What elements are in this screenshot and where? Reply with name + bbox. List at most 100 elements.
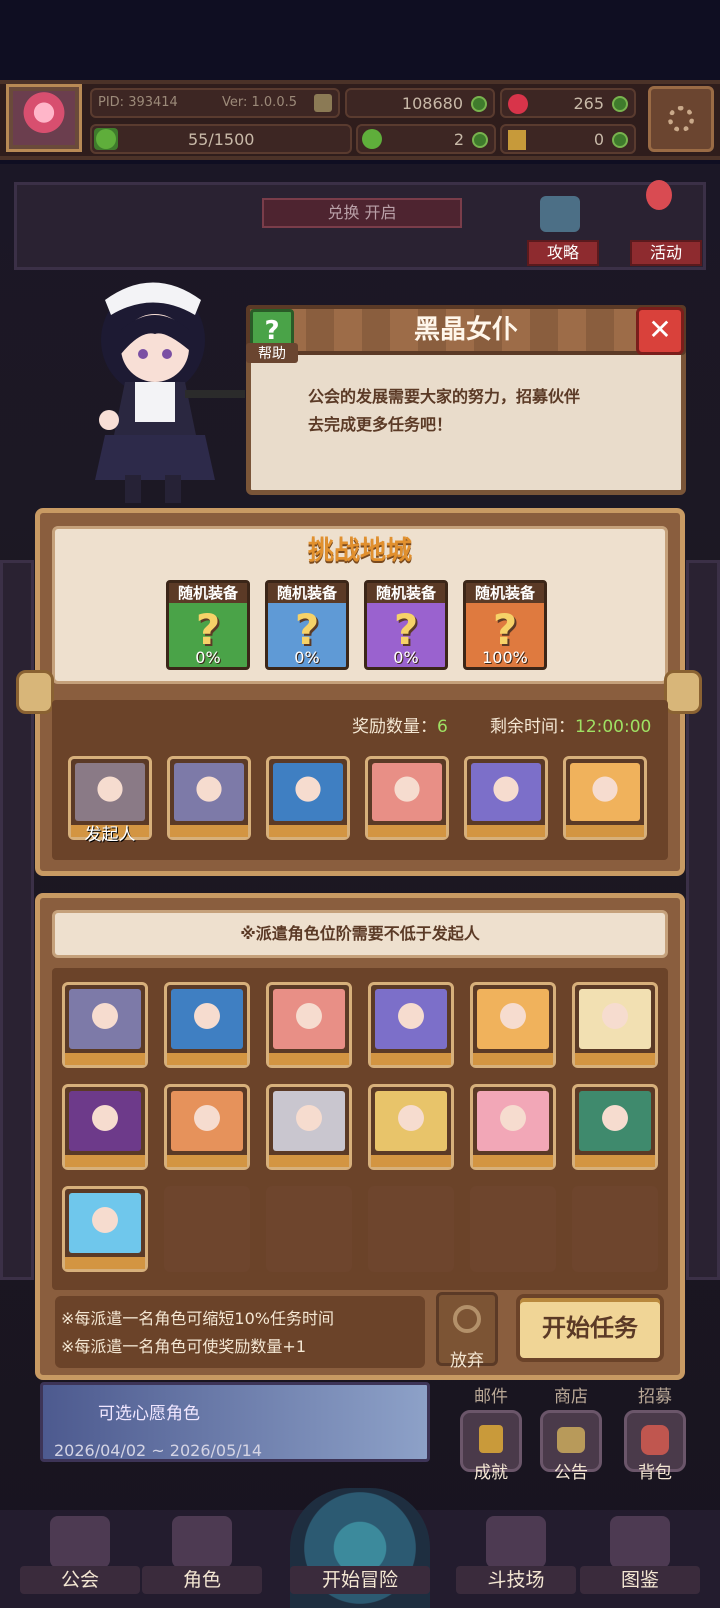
close-button[interactable]: ✕ — [636, 307, 684, 355]
rank-bar — [575, 1053, 655, 1065]
rank-bar — [467, 825, 545, 837]
copy-icon[interactable] — [314, 94, 332, 112]
book-icon — [610, 1516, 670, 1568]
banner-caption: 可选心愿角色 — [98, 1404, 200, 1424]
character-slot[interactable] — [470, 982, 556, 1068]
add-gold-icon[interactable] — [471, 96, 487, 112]
character-slot[interactable] — [266, 982, 352, 1068]
reward-count-line: 奖励数量：6 — [352, 712, 448, 737]
empty-character-slot — [266, 1186, 352, 1272]
ticket-icon — [508, 130, 526, 150]
character-portrait — [171, 989, 243, 1049]
rank-bar — [65, 1155, 145, 1167]
prev-dungeon-arrow[interactable] — [16, 670, 54, 714]
character-slot[interactable] — [62, 1186, 148, 1272]
character-portrait — [75, 763, 145, 821]
nav-guild-label: 公会 — [20, 1566, 140, 1594]
start-task-button[interactable]: 开始任务 — [516, 1294, 664, 1362]
reward-name: 随机装备 — [268, 583, 346, 603]
rank-bar — [269, 825, 347, 837]
reward-card[interactable]: 随机装备? 0% — [166, 580, 250, 670]
character-portrait — [477, 989, 549, 1049]
party-member-slot[interactable] — [365, 756, 449, 840]
settings-button[interactable] — [648, 86, 714, 152]
question-mark-icon: ? — [294, 605, 320, 654]
clover-icon — [96, 129, 116, 149]
bag-label: 背包 — [638, 1463, 672, 1483]
nav-character-label: 角色 — [142, 1566, 262, 1594]
add-gem-icon[interactable] — [612, 96, 628, 112]
bag-icon — [641, 1425, 669, 1455]
clover-pill: 2 — [356, 124, 496, 154]
ticket-pill: 0 — [500, 124, 636, 154]
nav-guild[interactable]: 公会 — [20, 1512, 140, 1602]
character-slot[interactable] — [266, 1084, 352, 1170]
party-member-slot[interactable] — [464, 756, 548, 840]
question-icon: ? — [264, 316, 280, 346]
gem-icon — [508, 94, 528, 114]
character-portrait — [273, 763, 343, 821]
nav-arena[interactable]: 斗技场 — [456, 1512, 576, 1602]
character-portrait — [375, 1091, 447, 1151]
character-portrait — [273, 989, 345, 1049]
guide-button[interactable]: 攻略 — [527, 240, 599, 266]
exchange-sign: 兑换 开启 — [262, 198, 462, 228]
player-avatar[interactable] — [6, 84, 82, 152]
add-clover-icon[interactable] — [472, 132, 488, 148]
character-portrait — [579, 1091, 651, 1151]
nav-adventure[interactable]: 开始冒险 — [290, 1512, 430, 1602]
party-member-slot[interactable] — [563, 756, 647, 840]
clover-icon — [362, 129, 382, 149]
character-slot[interactable] — [164, 1084, 250, 1170]
nav-codex[interactable]: 图鉴 — [580, 1512, 700, 1602]
rank-bar — [65, 1257, 145, 1269]
rank-bar — [575, 1155, 655, 1167]
dialog-title: 黑晶女仆 — [246, 305, 686, 355]
banner-date: 2026/04/02 ~ 2026/05/14 — [54, 1441, 263, 1460]
reward-percent: 100% — [482, 648, 528, 667]
reward-card[interactable]: 随机装备? 0% — [364, 580, 448, 670]
character-portrait — [174, 763, 244, 821]
rank-bar — [368, 825, 446, 837]
reward-card[interactable]: 随机装备? 0% — [265, 580, 349, 670]
reward-count-label: 奖励数量： — [352, 717, 437, 737]
character-slot[interactable] — [62, 1084, 148, 1170]
gem-pill: 265 — [500, 88, 636, 118]
question-mark-icon: ? — [393, 605, 419, 654]
tip-reward: ※每派遣一名角色可使奖励数量+1 — [61, 1337, 306, 1356]
character-slot[interactable] — [368, 982, 454, 1068]
empty-character-slot — [572, 1186, 658, 1272]
character-slot[interactable] — [368, 1084, 454, 1170]
gem-count: 265 — [573, 94, 604, 113]
rank-bar — [167, 1155, 247, 1167]
reward-count-value: 6 — [437, 717, 448, 737]
tip-time: ※每派遣一名角色可缩短10%任务时间 — [61, 1309, 334, 1328]
nav-codex-label: 图鉴 — [580, 1566, 700, 1594]
dispatch-tips: ※每派遣一名角色可缩短10%任务时间 ※每派遣一名角色可使奖励数量+1 — [55, 1296, 425, 1368]
clover-count: 2 — [453, 130, 464, 149]
character-slot[interactable] — [572, 1084, 658, 1170]
remain-time-label: 剩余时间： — [490, 717, 575, 737]
event-button[interactable]: 活动 — [630, 240, 702, 266]
add-ticket-icon[interactable] — [612, 132, 628, 148]
character-portrait — [69, 1091, 141, 1151]
chat-icon[interactable] — [540, 196, 580, 232]
shop-label[interactable]: 商店 — [536, 1382, 606, 1407]
reward-card[interactable]: 随机装备? 100% — [463, 580, 547, 670]
character-slot[interactable] — [572, 982, 658, 1068]
dispatch-rule: ※派遣角色位阶需要不低于发起人 — [52, 910, 668, 958]
question-mark-icon: ? — [492, 605, 518, 654]
character-portrait — [372, 763, 442, 821]
next-dungeon-arrow[interactable] — [664, 670, 702, 714]
character-slot[interactable] — [164, 982, 250, 1068]
mail-label[interactable]: 邮件 — [456, 1382, 526, 1407]
party-member-slot[interactable] — [167, 756, 251, 840]
rank-bar — [269, 1155, 349, 1167]
character-slot[interactable] — [470, 1084, 556, 1170]
recruit-label[interactable]: 招募 — [620, 1382, 690, 1407]
empty-character-slot — [164, 1186, 250, 1272]
rank-bar — [167, 1053, 247, 1065]
party-member-slot[interactable] — [266, 756, 350, 840]
character-slot[interactable] — [62, 982, 148, 1068]
nav-character[interactable]: 角色 — [142, 1512, 262, 1602]
